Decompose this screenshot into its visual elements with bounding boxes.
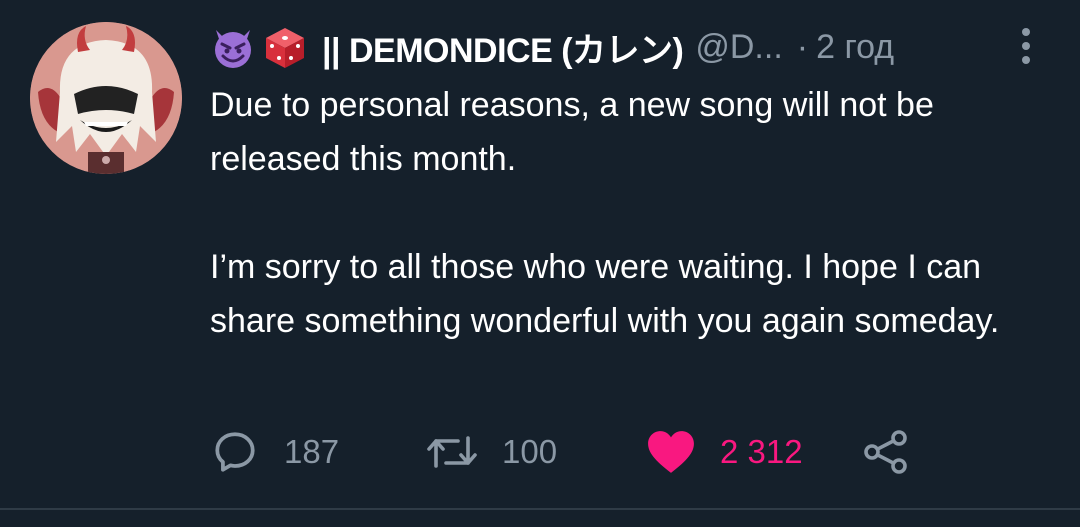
tweet[interactable]: || DEMONDICE (カレン) @D... · 2 год Due to …	[0, 0, 1080, 510]
tweet-paragraph: Due to personal reasons, a new song will…	[210, 86, 934, 178]
reply-count: 187	[284, 433, 340, 470]
heart-icon	[648, 431, 694, 473]
like-button[interactable]: 2 312	[646, 424, 803, 480]
smiling-imp-icon	[210, 24, 256, 70]
share-button[interactable]	[862, 424, 910, 480]
like-count: 2 312	[720, 433, 803, 470]
retweet-count: 100	[502, 433, 558, 470]
retweet-icon	[427, 436, 477, 468]
user-handle[interactable]: @D...	[695, 28, 782, 67]
tweet-header: || DEMONDICE (カレン) @D... · 2 год	[210, 22, 894, 72]
divider	[0, 508, 1080, 510]
timestamp[interactable]: 2 год	[816, 28, 894, 67]
tweet-text: Due to personal reasons, a new song will…	[210, 78, 1060, 348]
tweet-actions: 187 100 2 312	[210, 424, 1060, 480]
share-icon	[864, 430, 907, 474]
display-name[interactable]: || DEMONDICE (カレン)	[322, 23, 684, 72]
more-options-icon[interactable]	[1016, 28, 1036, 72]
reply-button[interactable]: 187	[210, 424, 339, 480]
reply-icon	[215, 432, 255, 472]
separator-dot: ·	[796, 27, 809, 66]
avatar[interactable]	[30, 22, 182, 174]
game-die-icon	[262, 24, 308, 70]
retweet-button[interactable]: 100	[426, 424, 557, 480]
tweet-paragraph: I’m sorry to all those who were waiting.…	[210, 248, 1000, 340]
